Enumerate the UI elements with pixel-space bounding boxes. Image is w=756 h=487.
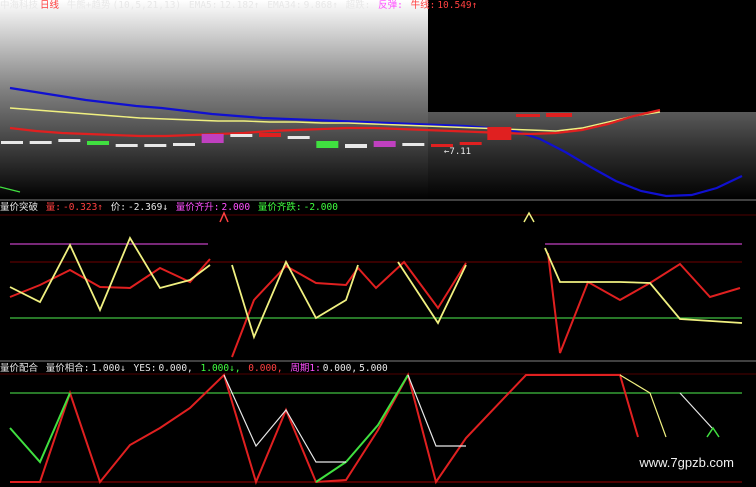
candle (230, 134, 253, 137)
indicator-params: (10,5,21,13) (112, 0, 182, 11)
candle (201, 134, 224, 143)
cycle-line (679, 392, 713, 429)
yes-line (9, 392, 71, 464)
mid-indicator-name: 量价突破 (0, 202, 39, 213)
stock-name: 中海科技 (0, 0, 39, 11)
vol-value: -0.323↑ (62, 202, 104, 213)
indicator-name: 牛熊+趋势 (66, 0, 111, 11)
cycle-line (619, 374, 667, 438)
candle (373, 141, 396, 147)
candle (1, 141, 23, 144)
candle (87, 141, 109, 145)
price-marker: ←7.11 (444, 147, 471, 157)
bot-indicator-name: 量价配合 (0, 363, 39, 374)
bull-marker (546, 113, 572, 117)
v1-value: 1.000↓, (200, 363, 241, 374)
main-panel-gradient (0, 0, 428, 200)
candle (459, 142, 482, 145)
rise-value: 2.000 (221, 202, 251, 213)
price-line (9, 236, 211, 313)
yes-arrow-icon (706, 426, 720, 438)
price-line (397, 261, 467, 325)
cycle-label: 周期1: (290, 363, 321, 374)
candle (58, 139, 81, 142)
overbuy-label: 超跌: (345, 0, 371, 11)
combo-label: 量价相合: (45, 363, 90, 374)
candle (29, 141, 52, 144)
bull-value: 10.549↑ (437, 0, 478, 11)
yes-line (315, 374, 409, 483)
cycle-line (223, 374, 346, 463)
candle (144, 144, 167, 147)
candle (402, 143, 425, 146)
price-label: 价: (110, 202, 126, 213)
v2-value: 0.000, (248, 363, 283, 374)
candle (173, 143, 195, 146)
rise-arrow-icon (219, 211, 229, 223)
ema5-label: EMA5: (188, 0, 218, 11)
rebound-label: 反弹: (378, 0, 403, 11)
rise-arrow-icon (523, 211, 535, 223)
match-line (10, 372, 639, 485)
rise-label: 量价齐升: (175, 202, 220, 213)
period: 日线 (40, 0, 60, 11)
volume-line (231, 260, 467, 358)
candle (115, 144, 138, 147)
ema34-value: 9.868↑ (303, 0, 338, 11)
candle (487, 127, 512, 140)
price-line (231, 259, 359, 340)
fall-label: 量价齐跌: (257, 202, 302, 213)
bot-header: 量价配合 量价相合: 1.000↓ YES: 0.000, 1.000↓, 0.00… (0, 363, 390, 375)
yes-value: 0.000, (158, 363, 193, 374)
candle (316, 141, 339, 148)
price-line (544, 247, 743, 324)
main-header: 中海科技 日线 牛熊+趋势 (10,5,21,13) EMA5: 12.182↑ EM… (0, 0, 479, 12)
ema34-label: EMA34: (267, 0, 302, 11)
watermark: www.7gpzb.com (639, 455, 734, 470)
yes-label: YES: (133, 363, 157, 374)
bull-label: 牛线: (410, 0, 436, 11)
cycle-value: 0.000, (322, 363, 358, 374)
candle (287, 136, 310, 139)
ema5-value: 12.182↑ (219, 0, 260, 11)
mid-header: 量价突破 量: -0.323↑ 价: -2.369↓ 量价齐升: 2.000 量价齐跌… (0, 202, 340, 214)
volume-line (547, 252, 741, 354)
combo-value: 1.000↓ (91, 363, 126, 374)
candle (259, 133, 281, 137)
v3-value: 5.000 (359, 363, 388, 374)
volume-line (9, 258, 211, 298)
candle (345, 144, 367, 148)
fall-value: -2.000 (303, 202, 338, 213)
vol-label: 量: (45, 202, 61, 213)
candle (516, 114, 540, 117)
price-value: -2.369↓ (128, 202, 169, 213)
stock-chart: ←7.11 (0, 0, 756, 485)
